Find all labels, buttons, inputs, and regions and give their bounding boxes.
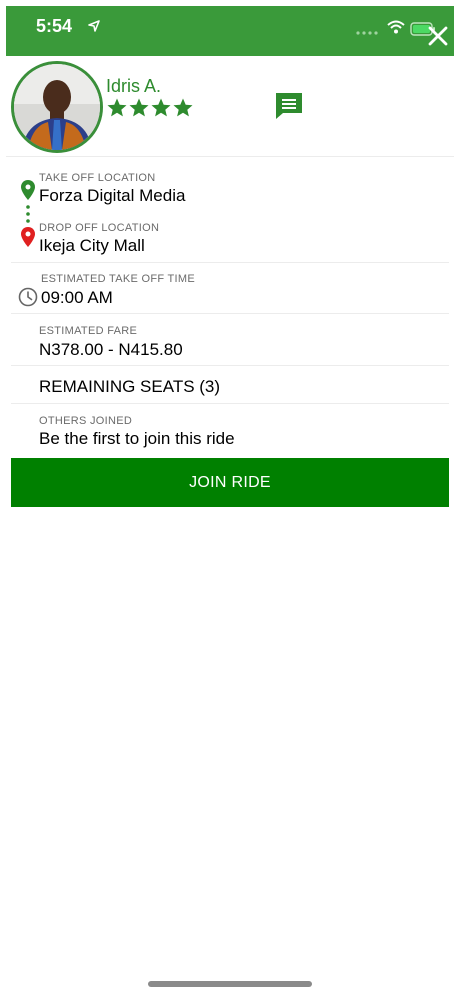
others-joined-value: Be the first to join this ride (39, 429, 235, 448)
divider (6, 156, 454, 157)
dropoff-value: Ikeja City Mall (39, 236, 145, 255)
others-joined-label: OTHERS JOINED (39, 415, 133, 427)
driver-rating-stars (107, 98, 193, 117)
signal-dots-icon (356, 31, 378, 35)
fare-label: ESTIMATED FARE (39, 325, 138, 337)
takeoff-time-label: ESTIMATED TAKE OFF TIME (41, 273, 195, 285)
divider (11, 403, 449, 404)
message-icon[interactable] (274, 91, 304, 121)
wifi-icon (387, 20, 405, 34)
driver-avatar (11, 61, 103, 153)
home-indicator (148, 981, 312, 987)
location-arrow-icon (88, 20, 100, 32)
star-icon (107, 98, 127, 117)
dropoff-label: DROP OFF LOCATION (39, 222, 160, 234)
driver-name: Idris A. (106, 76, 162, 96)
driver-photo (14, 64, 100, 150)
remaining-seats: REMAINING SEATS (3) (39, 377, 221, 396)
divider (11, 313, 449, 314)
fare-value: N378.00 - N415.80 (39, 340, 183, 359)
star-icon (151, 98, 171, 117)
route-dots-icon (26, 205, 30, 223)
divider (11, 365, 449, 366)
takeoff-pin-icon (21, 180, 35, 200)
app-header: 5:54 (6, 6, 454, 56)
takeoff-label: TAKE OFF LOCATION (39, 172, 156, 184)
clock-icon (18, 287, 38, 307)
star-icon (173, 98, 193, 117)
divider (11, 262, 449, 263)
join-ride-button[interactable]: JOIN RIDE (11, 458, 449, 507)
close-icon[interactable] (426, 24, 450, 48)
star-icon (129, 98, 149, 117)
takeoff-time-value: 09:00 AM (41, 288, 113, 307)
dropoff-pin-icon (21, 227, 35, 247)
status-time: 5:54 (36, 16, 73, 36)
takeoff-value: Forza Digital Media (39, 186, 186, 205)
